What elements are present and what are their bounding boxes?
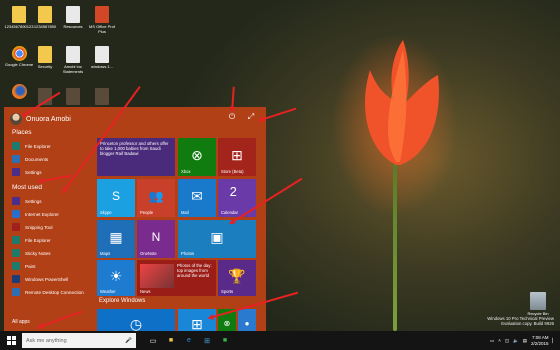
- tile-explore-1[interactable]: ◷: [97, 309, 175, 331]
- folder-icon: [12, 142, 20, 150]
- most-used-item-snipping-tool[interactable]: Snipping Tool: [12, 221, 92, 233]
- desktop-icon-recycle-bin[interactable]: Recycle Bin: [521, 292, 555, 316]
- internet-explorer-taskbar-icon[interactable]: e: [180, 331, 198, 350]
- tile-sports[interactable]: 🏆 Sports: [218, 260, 256, 296]
- tile-explore-4[interactable]: ●: [238, 309, 256, 331]
- taskbar: Ask me anything 🎤 ▭ ■ e ⊞ ■ ▭ ˄ ◫ 🔈 ▤ 7:…: [0, 331, 560, 350]
- start-button[interactable]: [0, 331, 22, 350]
- store-taskbar-icon[interactable]: ⊞: [198, 331, 216, 350]
- xbox-icon: ⊗: [223, 319, 231, 329]
- recycle-bin-icon: [530, 292, 546, 310]
- folder-icon: [12, 236, 20, 244]
- most-used-item-powershell[interactable]: Windows PowerShell: [12, 273, 92, 285]
- tile-news-headline[interactable]: Princeton professor and others offer to …: [97, 138, 175, 176]
- folder-icon: [38, 6, 52, 23]
- office-icon: [95, 6, 109, 23]
- places-heading: Places: [12, 129, 32, 136]
- most-used-item-paint[interactable]: Paint: [12, 260, 92, 272]
- tile-skype[interactable]: S Skype: [97, 179, 135, 217]
- document-icon: [66, 46, 80, 63]
- paint-icon: [12, 262, 20, 270]
- network-icon[interactable]: ◫: [505, 338, 509, 344]
- tulip-flower: [365, 40, 439, 165]
- show-desktop-icon[interactable]: ▏: [553, 338, 556, 344]
- xbox-icon: ⊗: [191, 147, 203, 164]
- gear-icon: [12, 168, 20, 176]
- sticky-note-icon: [12, 249, 20, 257]
- trophy-icon: 🏆: [228, 268, 246, 285]
- folder-icon: [38, 46, 52, 63]
- skype-icon: S: [111, 189, 121, 204]
- start-menu-left-column: Onuora Amobi Places File Explorer Docume…: [4, 107, 90, 331]
- tulip-stem: [393, 160, 397, 331]
- scissors-icon: [12, 223, 20, 231]
- desktop-icon-7[interactable]: [85, 88, 119, 106]
- tile-store[interactable]: ⊞ Store (Beta): [218, 138, 256, 176]
- most-used-item-internet-explorer[interactable]: Internet Explorer: [12, 208, 92, 220]
- people-icon: 👥: [148, 189, 164, 204]
- people-icon: ●: [244, 319, 250, 329]
- windows-icon: ⊞: [191, 316, 203, 331]
- tile-maps[interactable]: ▦ Maps: [97, 220, 135, 258]
- file-explorer-taskbar-icon[interactable]: ■: [162, 331, 180, 350]
- powershell-icon: [12, 275, 20, 283]
- tile-xbox[interactable]: ⊗ Xbox: [178, 138, 216, 176]
- clock[interactable]: 7:08 AM 2/2/2015: [531, 335, 549, 346]
- tile-news[interactable]: Photos of the day: top images from aroun…: [137, 260, 216, 296]
- news-thumbnail: [140, 264, 174, 288]
- calendar-date: 2: [229, 184, 237, 200]
- evaluation-watermark: Windows 10 Pro Technical Preview Evaluat…: [487, 316, 554, 326]
- tile-weather[interactable]: ☀ Weather: [97, 260, 135, 296]
- app-taskbar-icon[interactable]: ■: [216, 331, 234, 350]
- shortcut-icon: [95, 88, 109, 105]
- onenote-icon: N: [151, 230, 161, 245]
- places-item-documents[interactable]: Documents: [12, 153, 92, 165]
- folder-icon: [12, 6, 26, 23]
- most-used-item-file-explorer[interactable]: File Explorer: [12, 234, 92, 246]
- system-tray: ▭ ˄ ◫ 🔈 ▤ 7:08 AM 2/2/2015 ▏: [490, 331, 556, 350]
- chevron-up-icon[interactable]: ˄: [498, 338, 501, 343]
- start-menu: Onuora Amobi Places File Explorer Docume…: [4, 107, 266, 331]
- most-used-item-settings[interactable]: Settings: [12, 195, 92, 207]
- remote-desktop-icon: [12, 288, 20, 296]
- shortcut-icon: [66, 88, 80, 105]
- document-icon: [95, 46, 109, 63]
- desktop-icon-windows[interactable]: windows 1...: [85, 46, 119, 69]
- maps-icon: ▦: [109, 229, 123, 246]
- most-used-item-sticky-notes[interactable]: Sticky Notes: [12, 247, 92, 259]
- expand-icon[interactable]: ⤢: [246, 112, 256, 122]
- internet-explorer-icon: [12, 210, 20, 218]
- store-icon: ⊞: [231, 147, 243, 164]
- user-name: Onuora Amobi: [26, 115, 71, 123]
- sun-icon: ☀: [109, 268, 123, 285]
- task-view-icon[interactable]: ▭: [144, 331, 162, 350]
- clock-icon: ◷: [129, 316, 143, 331]
- explore-windows-heading: Explore Windows: [99, 298, 146, 304]
- most-used-item-remote-desktop[interactable]: Remote Desktop Connection: [12, 286, 92, 298]
- tile-photos[interactable]: ▣ Photos: [178, 220, 256, 258]
- microphone-icon[interactable]: 🎤: [125, 338, 132, 344]
- volume-icon[interactable]: 🔈: [513, 338, 519, 344]
- mail-icon: ✉: [191, 188, 203, 205]
- all-apps-button[interactable]: All apps: [12, 319, 30, 325]
- search-box[interactable]: Ask me anything 🎤: [22, 333, 136, 348]
- tile-people[interactable]: 👥 People: [137, 179, 175, 217]
- power-icon[interactable]: ⏻: [227, 112, 237, 122]
- documents-icon: [12, 155, 20, 163]
- action-center-icon[interactable]: ▤: [523, 338, 527, 344]
- chrome-icon: [11, 46, 27, 61]
- firefox-icon: [11, 84, 27, 99]
- desktop-icon-office[interactable]: MS Office Prof Plus: [85, 6, 119, 34]
- places-item-file-explorer[interactable]: File Explorer: [12, 140, 92, 152]
- windows-icon: [6, 336, 16, 345]
- tile-onenote[interactable]: N OneNote: [137, 220, 175, 258]
- tile-mail[interactable]: ✉ Mail: [178, 179, 216, 217]
- document-icon: [66, 6, 80, 23]
- gear-icon: [12, 197, 20, 205]
- photos-icon: ▣: [210, 229, 224, 246]
- notification-icon[interactable]: ▭: [490, 338, 494, 344]
